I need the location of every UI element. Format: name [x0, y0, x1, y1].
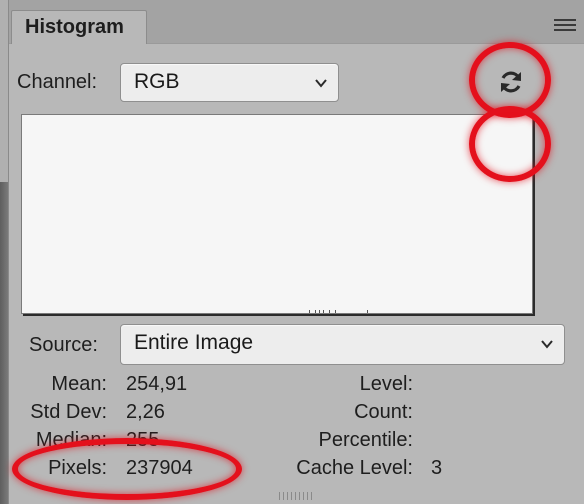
std-dev-label: Std Dev:: [30, 401, 107, 423]
histogram-graph: [21, 114, 533, 314]
median-value: 255: [126, 429, 160, 451]
mean-label: Mean:: [51, 373, 107, 395]
resize-grip[interactable]: [279, 492, 319, 500]
tab-histogram[interactable]: Histogram: [11, 10, 147, 44]
panel-tab-bar: Histogram: [9, 0, 584, 44]
median-label: Median:: [35, 429, 107, 451]
percentile-label: Percentile:: [318, 429, 414, 451]
source-select[interactable]: Entire Image: [120, 324, 565, 365]
pixels-value: 237904: [126, 457, 193, 479]
source-label: Source:: [29, 334, 98, 356]
channel-label: Channel:: [17, 71, 98, 93]
chevron-down-icon: [315, 79, 327, 88]
cache-level-value: 3: [431, 457, 443, 479]
count-label: Count:: [354, 401, 413, 423]
mean-value: 254,91: [126, 373, 188, 395]
histogram-data-ticks: [309, 310, 369, 313]
chevron-down-icon: [541, 340, 553, 349]
channel-select-value: RGB: [134, 70, 180, 93]
histogram-panel: Histogram Channel: RGB Source: Entire Im…: [8, 0, 584, 504]
left-edge: [0, 0, 8, 504]
panel-menu-icon[interactable]: [554, 19, 576, 35]
refresh-icon: [501, 71, 521, 93]
level-label: Level:: [359, 373, 413, 395]
source-select-value: Entire Image: [134, 331, 254, 354]
cache-level-label: Cache Level:: [296, 457, 413, 479]
refresh-button[interactable]: [493, 64, 529, 100]
channel-select[interactable]: RGB: [120, 63, 339, 102]
pixels-label: Pixels:: [48, 457, 107, 479]
std-dev-value: 2,26: [126, 401, 165, 423]
